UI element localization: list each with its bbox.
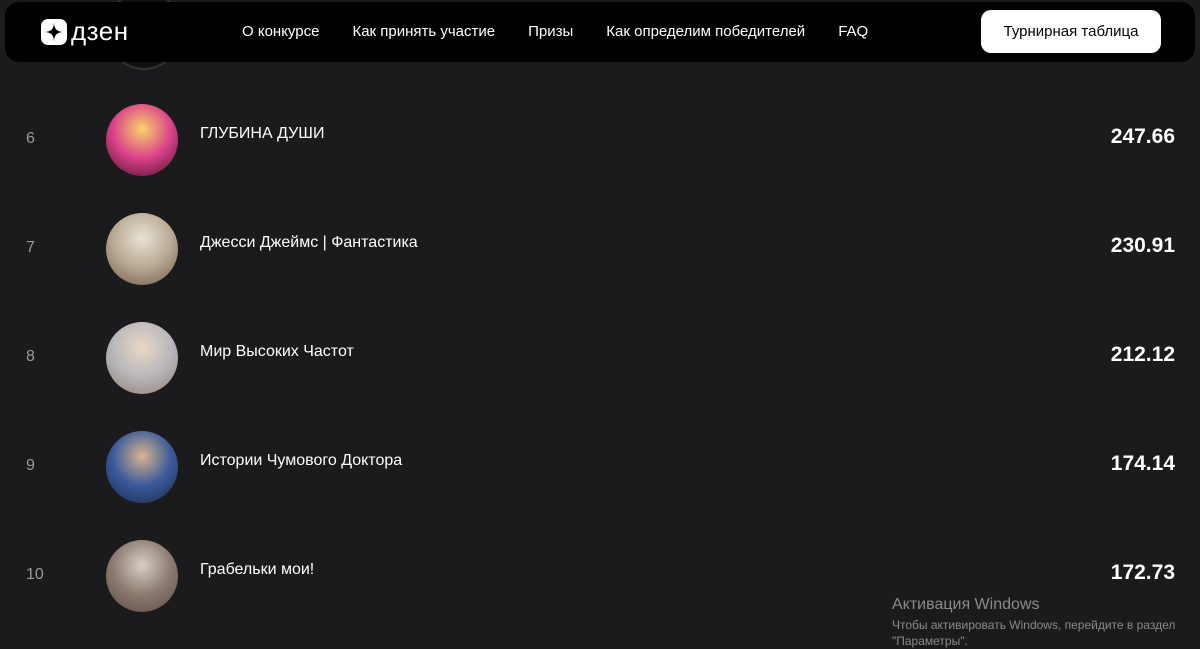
avatar[interactable] (106, 104, 178, 176)
header: дзен О конкурсе Как принять участие Приз… (5, 2, 1195, 62)
windows-activation-notice: Активация Windows Чтобы активировать Win… (892, 596, 1200, 649)
score: 230.91 (1110, 234, 1175, 257)
main-nav: О конкурсе Как принять участие Призы Как… (242, 23, 868, 40)
rank: 6 (26, 130, 35, 147)
avatar[interactable] (106, 322, 178, 394)
windows-activation-subtitle: Чтобы активировать Windows, перейдите в … (892, 618, 1176, 648)
rank: 10 (26, 566, 44, 583)
leaderboard-row[interactable]: 6 ГЛУБИНА ДУШИ 247.66 (0, 100, 1200, 180)
rank: 7 (26, 239, 35, 256)
dzen-logo-icon (41, 19, 67, 45)
leaderboard-row[interactable]: 9 Истории Чумового Доктора 174.14 (0, 427, 1200, 507)
nav-faq[interactable]: FAQ (838, 23, 868, 40)
nav-about[interactable]: О конкурсе (242, 23, 319, 40)
leaderboard-row[interactable]: 7 Джесси Джеймс | Фантастика 230.91 (0, 209, 1200, 289)
leaderboard-row[interactable]: 8 Мир Высоких Частот 212.12 (0, 318, 1200, 398)
nav-prizes[interactable]: Призы (528, 23, 573, 40)
score: 247.66 (1110, 125, 1175, 148)
score: 212.12 (1110, 343, 1175, 366)
rank: 9 (26, 457, 35, 474)
leaderboard-button[interactable]: Турнирная таблица (981, 10, 1161, 53)
channel-name[interactable]: Истории Чумового Доктора (200, 452, 402, 470)
avatar[interactable] (106, 431, 178, 503)
logo[interactable]: дзен (41, 15, 129, 46)
avatar[interactable] (106, 540, 178, 612)
score: 172.73 (1110, 561, 1175, 584)
nav-winners[interactable]: Как определим победителей (606, 23, 805, 40)
nav-how-to-join[interactable]: Как принять участие (352, 23, 495, 40)
windows-activation-title: Активация Windows (892, 596, 1040, 613)
rank: 8 (26, 348, 35, 365)
channel-name[interactable]: Мир Высоких Частот (200, 343, 354, 361)
channel-name[interactable]: Грабельки мои! (200, 561, 314, 579)
channel-name[interactable]: Джесси Джеймс | Фантастика (200, 234, 418, 252)
score: 174.14 (1110, 452, 1175, 475)
channel-name[interactable]: ГЛУБИНА ДУШИ (200, 125, 324, 143)
logo-text: дзен (71, 15, 129, 46)
avatar[interactable] (106, 213, 178, 285)
